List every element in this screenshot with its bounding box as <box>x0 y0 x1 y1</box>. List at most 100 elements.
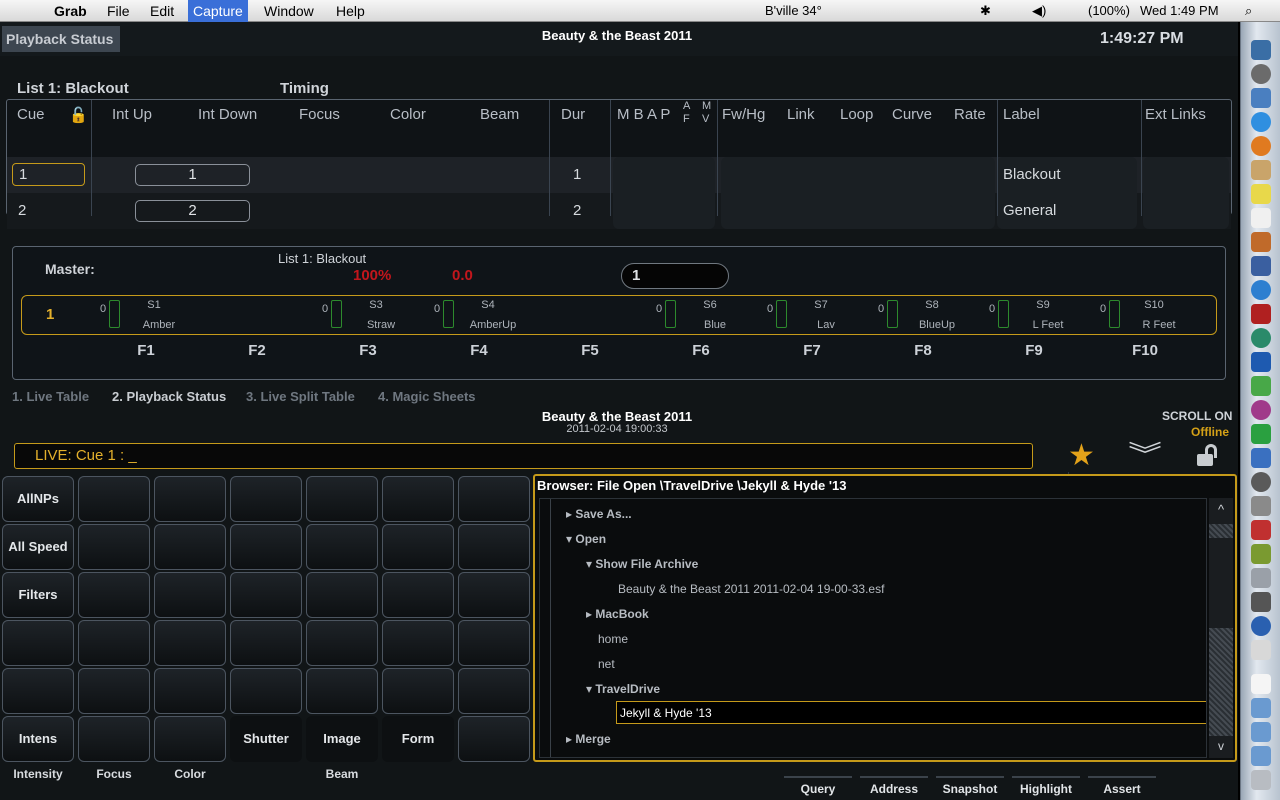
softkey-button[interactable] <box>78 668 150 714</box>
dock-folder-icon[interactable] <box>1251 722 1271 742</box>
scroll-track-segment[interactable] <box>1209 524 1233 538</box>
softkey-button[interactable] <box>382 668 454 714</box>
form-button[interactable]: Form <box>382 716 454 762</box>
softkey-button[interactable] <box>230 476 302 522</box>
dock-app-icon[interactable] <box>1251 544 1271 564</box>
softkey-button[interactable] <box>382 572 454 618</box>
tree-node-show-file-archive[interactable]: ▾ Show File Archive <box>586 557 698 571</box>
snapshot-button[interactable]: Snapshot <box>936 776 1004 800</box>
softkey-button[interactable] <box>458 716 530 762</box>
filters-button[interactable]: Filters <box>2 572 74 618</box>
tab-live-split-table[interactable]: 3. Live Split Table <box>246 389 355 404</box>
star-icon[interactable]: ★ <box>1068 441 1095 471</box>
fkey-f8[interactable]: F8 <box>903 342 943 359</box>
spotlight-icon[interactable]: ⌕ <box>1245 3 1252 19</box>
tree-node-net[interactable]: net <box>598 657 615 671</box>
cue-1-number[interactable]: 1 <box>12 163 85 186</box>
assert-button[interactable]: Assert <box>1088 776 1156 800</box>
softkey-button[interactable] <box>154 572 226 618</box>
menu-window[interactable]: Window <box>264 2 314 20</box>
unlock-icon[interactable] <box>1197 444 1219 468</box>
scroll-up-button[interactable]: ^ <box>1211 500 1231 520</box>
tree-node-traveldrive[interactable]: ▾ TravelDrive <box>586 682 660 696</box>
dock-app-icon[interactable] <box>1251 640 1271 660</box>
tab-magic-sheets[interactable]: 4. Magic Sheets <box>378 389 476 404</box>
dock-trash-icon[interactable] <box>1251 770 1271 790</box>
fkey-f10[interactable]: F10 <box>1125 342 1165 359</box>
allnps-button[interactable]: AllNPs <box>2 476 74 522</box>
tree-node-home[interactable]: home <box>598 632 628 646</box>
dock-folder-icon[interactable] <box>1251 746 1271 766</box>
menubar-clock[interactable]: Wed 1:49 PM <box>1140 3 1219 18</box>
app-menu[interactable]: Grab <box>54 2 87 20</box>
softkey-button[interactable] <box>154 716 226 762</box>
dock-folder-icon[interactable] <box>1251 698 1271 718</box>
fkey-f1[interactable]: F1 <box>126 342 166 359</box>
cue-1-time[interactable]: 1 <box>135 164 250 186</box>
volume-icon[interactable]: ◀) <box>1032 3 1046 19</box>
battery-status[interactable]: (100%) <box>1088 3 1130 18</box>
dock-imovie-icon[interactable] <box>1251 256 1271 276</box>
menu-capture[interactable]: Capture <box>188 0 248 22</box>
dock-stickies-icon[interactable] <box>1251 184 1271 204</box>
softkey-button[interactable] <box>154 524 226 570</box>
dock-acrobat-icon[interactable] <box>1251 304 1271 324</box>
lock-icon[interactable]: 🔓 <box>69 106 88 124</box>
bluetooth-icon[interactable]: ✱ <box>980 3 991 19</box>
tab-playback-status-2[interactable]: 2. Playback Status <box>112 389 226 404</box>
tree-node-jekyll-hyde[interactable]: Jekyll & Hyde '13 <box>616 701 1206 724</box>
softkey-button[interactable] <box>2 620 74 666</box>
tab-live-table[interactable]: 1. Live Table <box>12 389 89 404</box>
softkey-button[interactable] <box>154 476 226 522</box>
softkey-button[interactable] <box>230 524 302 570</box>
fkey-f5[interactable]: F5 <box>570 342 610 359</box>
softkey-button[interactable] <box>458 572 530 618</box>
menu-help[interactable]: Help <box>336 2 365 20</box>
dock-calendar-icon[interactable] <box>1251 208 1271 228</box>
softkey-button[interactable] <box>230 668 302 714</box>
softkey-button[interactable] <box>458 620 530 666</box>
dock-app-icon[interactable] <box>1251 592 1271 612</box>
dock-iphoto-icon[interactable] <box>1251 232 1271 252</box>
address-button[interactable]: Address <box>860 776 928 800</box>
softkey-button[interactable] <box>78 620 150 666</box>
softkey-button[interactable] <box>78 572 150 618</box>
command-line[interactable]: LIVE: Cue 1 : _ <box>14 443 1033 469</box>
master-cue-field[interactable]: 1 <box>621 263 729 289</box>
fkey-f2[interactable]: F2 <box>237 342 277 359</box>
softkey-button[interactable] <box>458 476 530 522</box>
softkey-button[interactable] <box>382 476 454 522</box>
dock-app-icon[interactable] <box>1251 328 1271 348</box>
tree-node-merge[interactable]: ▸ Merge <box>566 732 611 746</box>
query-button[interactable]: Query <box>784 776 852 800</box>
dock-address-book-icon[interactable] <box>1251 160 1271 180</box>
tree-node-macbook[interactable]: ▸ MacBook <box>586 607 649 621</box>
fkey-f6[interactable]: F6 <box>681 342 721 359</box>
softkey-button[interactable] <box>306 476 378 522</box>
fkey-f9[interactable]: F9 <box>1014 342 1054 359</box>
file-tree[interactable]: ▸ Save As... ▾ Open ▾ Show File Archive … <box>539 498 1207 758</box>
cue-2-time[interactable]: 2 <box>135 200 250 222</box>
softkey-button[interactable] <box>230 620 302 666</box>
scroll-down-button[interactable]: v <box>1211 736 1231 756</box>
dock-firefox-icon[interactable] <box>1251 136 1271 156</box>
tab-playback-status[interactable]: Playback Status <box>2 26 120 52</box>
softkey-button[interactable] <box>154 668 226 714</box>
intens-button[interactable]: Intens <box>2 716 74 762</box>
softkey-button[interactable] <box>78 524 150 570</box>
softkey-button[interactable] <box>154 620 226 666</box>
dock-app-icon[interactable] <box>1251 616 1271 636</box>
chevron-double-down-icon[interactable]: ︾ <box>1128 442 1162 468</box>
softkey-button[interactable] <box>306 524 378 570</box>
softkey-button[interactable] <box>78 716 150 762</box>
softkey-button[interactable] <box>382 524 454 570</box>
softkey-button[interactable] <box>458 524 530 570</box>
dock-itunes-icon[interactable] <box>1251 280 1271 300</box>
tree-node-open[interactable]: ▾ Open <box>566 532 606 546</box>
softkey-button[interactable] <box>2 668 74 714</box>
weather-status[interactable]: B'ville 34° <box>765 3 822 18</box>
softkey-button[interactable] <box>382 620 454 666</box>
scroll-thumb[interactable] <box>1209 628 1233 736</box>
menu-file[interactable]: File <box>107 2 130 20</box>
dock-app-icon[interactable] <box>1251 472 1271 492</box>
